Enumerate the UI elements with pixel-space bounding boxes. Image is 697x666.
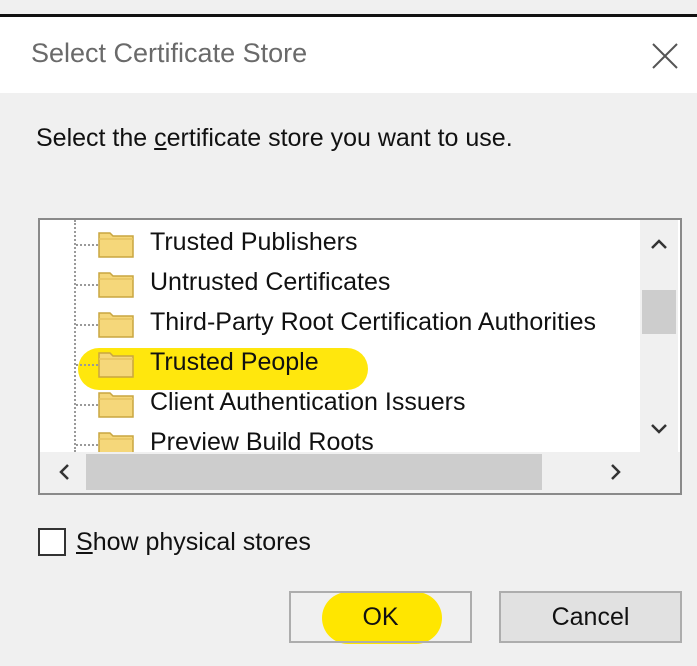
store-item-label: Untrusted Certificates xyxy=(150,268,391,296)
store-item-label: Trusted Publishers xyxy=(150,228,358,256)
close-icon[interactable] xyxy=(645,36,685,76)
tree-connector xyxy=(76,324,98,326)
tree-connector xyxy=(76,364,98,366)
scroll-corner xyxy=(640,452,680,493)
show-physical-stores-checkbox[interactable] xyxy=(38,528,66,556)
show-physical-stores-label[interactable]: Show physical stores xyxy=(76,528,311,557)
store-item[interactable]: Third-Party Root Certification Authoriti… xyxy=(40,304,640,344)
tree-connector xyxy=(76,404,98,406)
store-item[interactable]: Preview Build Roots xyxy=(40,424,640,452)
certificate-store-tree[interactable]: Trusted Publishers Untrusted Certificates… xyxy=(38,218,682,495)
vertical-scrollbar[interactable] xyxy=(640,220,678,452)
scroll-down-icon[interactable] xyxy=(640,410,678,448)
store-item[interactable]: Trusted People xyxy=(40,344,640,384)
tree-connector xyxy=(76,284,98,286)
store-item[interactable]: Untrusted Certificates xyxy=(40,264,640,304)
store-item-label: Preview Build Roots xyxy=(150,428,374,452)
cancel-button[interactable]: Cancel xyxy=(499,591,682,643)
store-item-label: Trusted People xyxy=(150,348,319,376)
instruction-text: Select the certificate store you want to… xyxy=(36,124,513,152)
store-item-label: Third-Party Root Certification Authoriti… xyxy=(150,308,597,336)
horizontal-scrollbar[interactable] xyxy=(40,452,640,493)
ok-button-label: OK xyxy=(362,602,399,631)
folder-icon xyxy=(98,390,134,418)
tree-connector xyxy=(76,444,98,446)
folder-icon xyxy=(98,230,134,258)
scroll-left-icon[interactable] xyxy=(44,452,84,493)
tree-rows: Trusted Publishers Untrusted Certificates… xyxy=(40,220,640,452)
folder-icon xyxy=(98,350,134,378)
vertical-scroll-thumb[interactable] xyxy=(642,290,676,334)
dialog-title: Select Certificate Store xyxy=(31,38,308,68)
store-item-label: Client Authentication Issuers xyxy=(150,388,466,416)
scroll-right-icon[interactable] xyxy=(596,452,636,493)
folder-icon xyxy=(98,270,134,298)
horizontal-scroll-thumb[interactable] xyxy=(86,454,542,490)
folder-icon xyxy=(98,310,134,338)
folder-icon xyxy=(98,430,134,452)
scroll-up-icon[interactable] xyxy=(640,224,678,262)
tree-connector xyxy=(76,244,98,246)
store-item[interactable]: Trusted Publishers xyxy=(40,224,640,264)
ok-button[interactable]: OK xyxy=(289,591,472,643)
store-item[interactable]: Client Authentication Issuers xyxy=(40,384,640,424)
cancel-button-label: Cancel xyxy=(551,602,630,631)
